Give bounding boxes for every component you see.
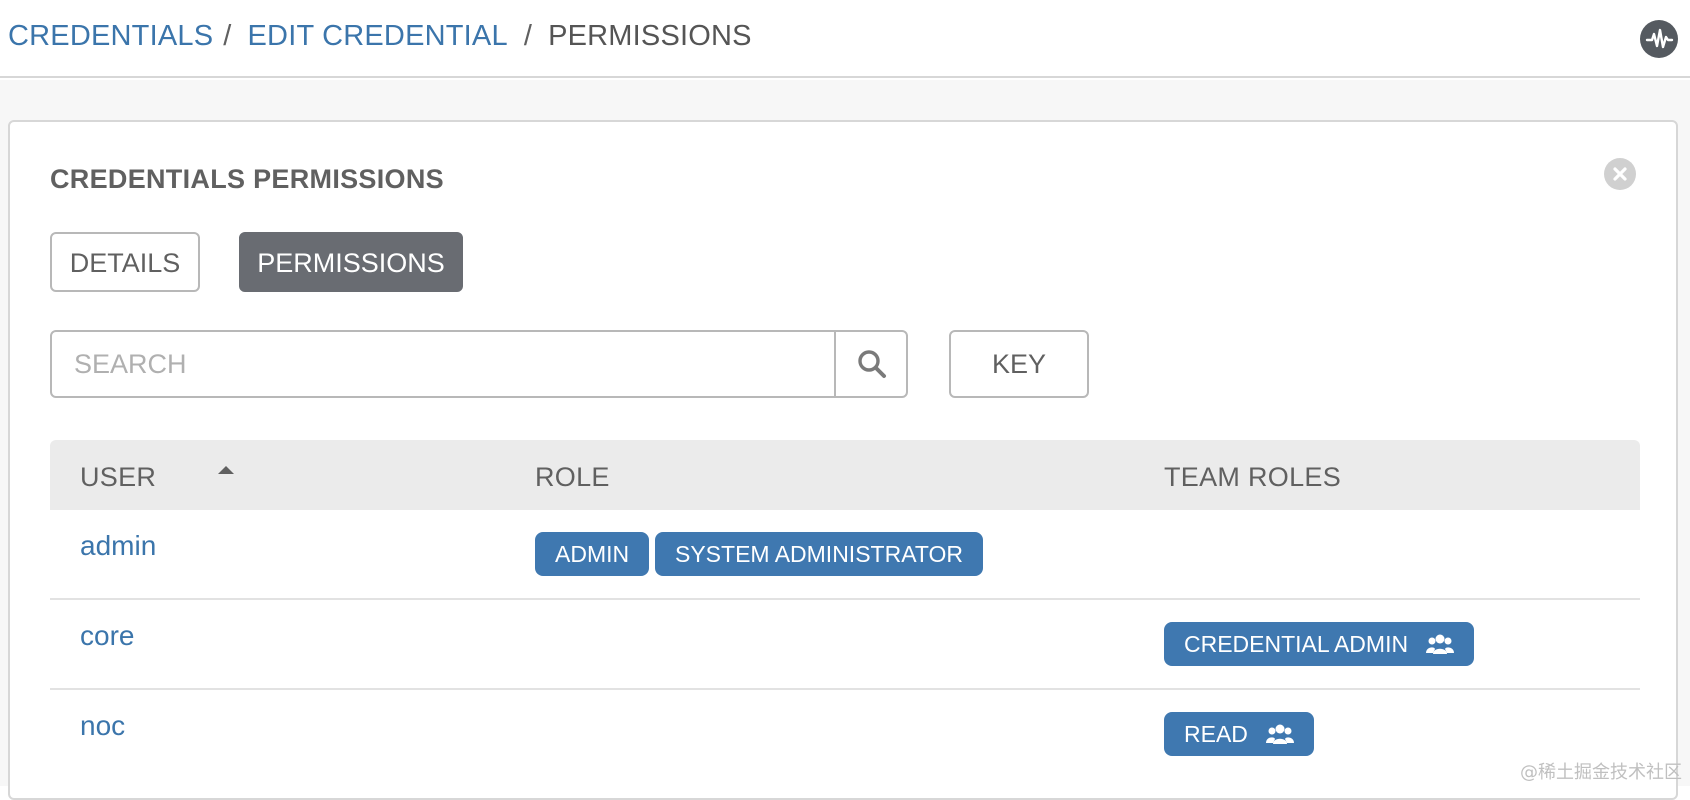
- search-input[interactable]: [52, 332, 834, 396]
- role-badge[interactable]: ADMIN: [535, 532, 650, 576]
- user-link[interactable]: core: [80, 620, 134, 652]
- breadcrumb-credentials-link[interactable]: CREDENTIALS: [8, 20, 213, 52]
- team-icon: [1426, 634, 1455, 654]
- team-role-label: CREDENTIAL ADMIN: [1184, 631, 1409, 657]
- team-role-badge[interactable]: READ: [1164, 712, 1314, 756]
- tab-permissions[interactable]: PERMISSIONS: [239, 232, 463, 292]
- key-button[interactable]: KEY: [949, 330, 1089, 398]
- permissions-panel: CREDENTIALS PERMISSIONS DETAILS PERMISSI…: [8, 120, 1678, 800]
- column-header-user[interactable]: USER: [80, 462, 156, 493]
- table-row: admin ADMIN SYSTEM ADMINISTRATOR: [50, 510, 1640, 600]
- table-header: USER ROLE TEAM ROLES: [50, 440, 1640, 510]
- team-role-badge[interactable]: CREDENTIAL ADMIN: [1164, 622, 1475, 666]
- role-badge[interactable]: SYSTEM ADMINISTRATOR: [655, 532, 983, 576]
- tab-details[interactable]: DETAILS: [50, 232, 200, 292]
- column-header-team-roles: TEAM ROLES: [1164, 462, 1342, 492]
- search-button[interactable]: [834, 332, 906, 396]
- panel-title: CREDENTIALS PERMISSIONS: [50, 164, 444, 194]
- sort-ascending-icon[interactable]: [218, 466, 234, 474]
- breadcrumb-separator: /: [523, 20, 533, 52]
- watermark: @稀土掘金技术社区: [1520, 762, 1682, 783]
- search-icon: [858, 350, 886, 378]
- table-row: core CREDENTIAL ADMIN: [50, 600, 1640, 690]
- breadcrumb-separator: /: [223, 20, 232, 52]
- breadcrumb-current: PERMISSIONS: [548, 20, 752, 52]
- team-role-label: READ: [1184, 721, 1248, 747]
- close-icon[interactable]: [1604, 158, 1636, 190]
- breadcrumb: CREDENTIALS / EDIT CREDENTIAL / PERMISSIONS: [8, 20, 752, 53]
- search-box: [50, 330, 908, 398]
- top-bar: CREDENTIALS / EDIT CREDENTIAL / PERMISSIONS: [0, 0, 1690, 78]
- table-row: noc READ: [50, 690, 1640, 780]
- breadcrumb-edit-credential-link[interactable]: EDIT CREDENTIAL: [248, 20, 508, 52]
- activity-stream-icon[interactable]: [1640, 20, 1678, 58]
- user-link[interactable]: noc: [80, 710, 125, 742]
- team-icon: [1265, 724, 1294, 744]
- column-header-role: ROLE: [535, 462, 610, 492]
- user-link[interactable]: admin: [80, 530, 156, 562]
- permissions-table: USER ROLE TEAM ROLES admin ADMIN SYSTEM …: [50, 440, 1640, 780]
